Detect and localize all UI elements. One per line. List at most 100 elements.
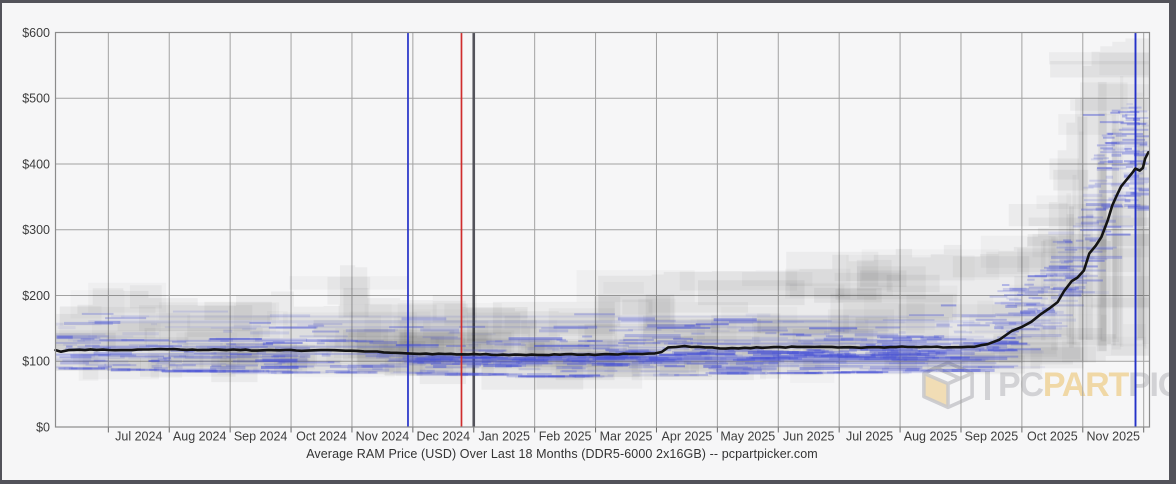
- price-mark: [519, 368, 540, 370]
- price-mark: [486, 343, 521, 345]
- price-mark: [899, 331, 906, 334]
- price-mark: [1113, 122, 1118, 124]
- price-mark: [769, 372, 779, 374]
- price-mark: [765, 332, 776, 334]
- price-streak: [449, 360, 985, 362]
- price-mark: [1075, 286, 1086, 289]
- price-mark: [1122, 139, 1145, 141]
- price-mark: [376, 356, 389, 359]
- price-streak: [1125, 117, 1148, 119]
- price-mark: [226, 364, 258, 366]
- price-mark: [1090, 240, 1096, 242]
- price-streak: [1084, 199, 1139, 201]
- price-mark: [253, 370, 261, 373]
- price-mark: [86, 364, 107, 366]
- window-frame-edge-left: [0, 0, 2, 484]
- price-streak: [690, 339, 996, 341]
- price-mark: [783, 333, 830, 335]
- price-mark: [452, 363, 474, 365]
- y-tick-label: $0: [36, 420, 50, 434]
- price-mark: [1124, 148, 1131, 150]
- price-mark: [223, 330, 232, 333]
- price-mark: [364, 329, 398, 331]
- price-mark: [673, 338, 693, 340]
- price-mark: [1106, 176, 1113, 179]
- price-mark: [761, 353, 781, 355]
- y-tick-label: $600: [22, 26, 50, 40]
- price-streak: [1057, 247, 1117, 249]
- price-mark: [520, 375, 575, 377]
- price-mark: [113, 364, 137, 366]
- price-mark: [623, 339, 654, 341]
- x-tick-label: Feb 2025: [539, 430, 592, 444]
- price-mark: [787, 351, 813, 354]
- price-mark: [94, 360, 106, 362]
- price-mark: [120, 356, 164, 358]
- price-mark: [1080, 229, 1104, 231]
- price-mark: [557, 339, 566, 341]
- price-mark: [1096, 208, 1107, 211]
- price-mark: [58, 326, 76, 329]
- range-bar: [477, 325, 502, 353]
- y-tick-label: $100: [22, 355, 50, 369]
- price-mark: [277, 361, 285, 364]
- price-mark: [990, 296, 1008, 298]
- x-tick-label: Dec 2024: [417, 430, 471, 444]
- price-streak: [1007, 304, 1084, 306]
- price-mark: [691, 333, 704, 335]
- price-mark: [1012, 288, 1022, 290]
- price-mark: [1001, 340, 1017, 342]
- price-mark: [163, 357, 171, 359]
- price-mark: [1120, 122, 1139, 124]
- price-mark: [741, 372, 765, 374]
- price-mark: [954, 331, 972, 333]
- price-mark: [664, 365, 685, 367]
- price-streak: [1119, 129, 1149, 131]
- price-mark: [1076, 240, 1084, 242]
- price-streak: [165, 326, 953, 328]
- price-mark: [56, 342, 101, 344]
- x-tick-label: Nov 2025: [1086, 430, 1140, 444]
- price-mark: [957, 324, 990, 326]
- price-mark: [593, 348, 627, 350]
- price-mark: [1027, 279, 1034, 281]
- price-streak: [77, 340, 383, 342]
- price-mark: [462, 373, 509, 376]
- price-mark: [136, 369, 145, 371]
- price-mark: [1100, 121, 1124, 123]
- price-mark: [715, 353, 735, 355]
- y-tick-label: $200: [22, 289, 50, 303]
- price-mark: [628, 346, 665, 348]
- price-mark: [1029, 287, 1043, 289]
- range-bar: [603, 282, 644, 294]
- price-streak: [668, 342, 1018, 344]
- price-streak: [493, 362, 996, 364]
- price-mark: [584, 375, 605, 377]
- price-mark: [907, 336, 939, 338]
- price-mark: [495, 365, 512, 368]
- price-mark: [297, 323, 323, 326]
- price-streak: [1040, 270, 1106, 272]
- price-mark: [833, 371, 850, 373]
- price-mark: [762, 329, 777, 331]
- price-mark: [1050, 261, 1072, 263]
- price-mark: [1043, 286, 1050, 288]
- price-mark: [587, 340, 595, 342]
- price-mark: [151, 323, 157, 325]
- price-mark: [282, 371, 320, 373]
- price-mark: [1106, 234, 1130, 236]
- price-mark: [156, 363, 176, 365]
- price-mark: [1112, 110, 1121, 112]
- price-mark: [1032, 298, 1048, 300]
- price-mark: [168, 355, 186, 357]
- window-frame-edge-right: [1169, 0, 1176, 484]
- price-mark: [166, 365, 178, 368]
- price-mark: [152, 365, 162, 368]
- ram-price-history-chart[interactable]: $0$100$200$300$400$500$600Jul 2024Aug 20…: [0, 0, 1176, 484]
- price-mark: [547, 347, 563, 349]
- price-mark: [1083, 234, 1090, 236]
- price-mark: [836, 330, 845, 332]
- price-mark: [962, 314, 996, 317]
- price-mark: [952, 314, 960, 317]
- price-mark: [388, 360, 402, 362]
